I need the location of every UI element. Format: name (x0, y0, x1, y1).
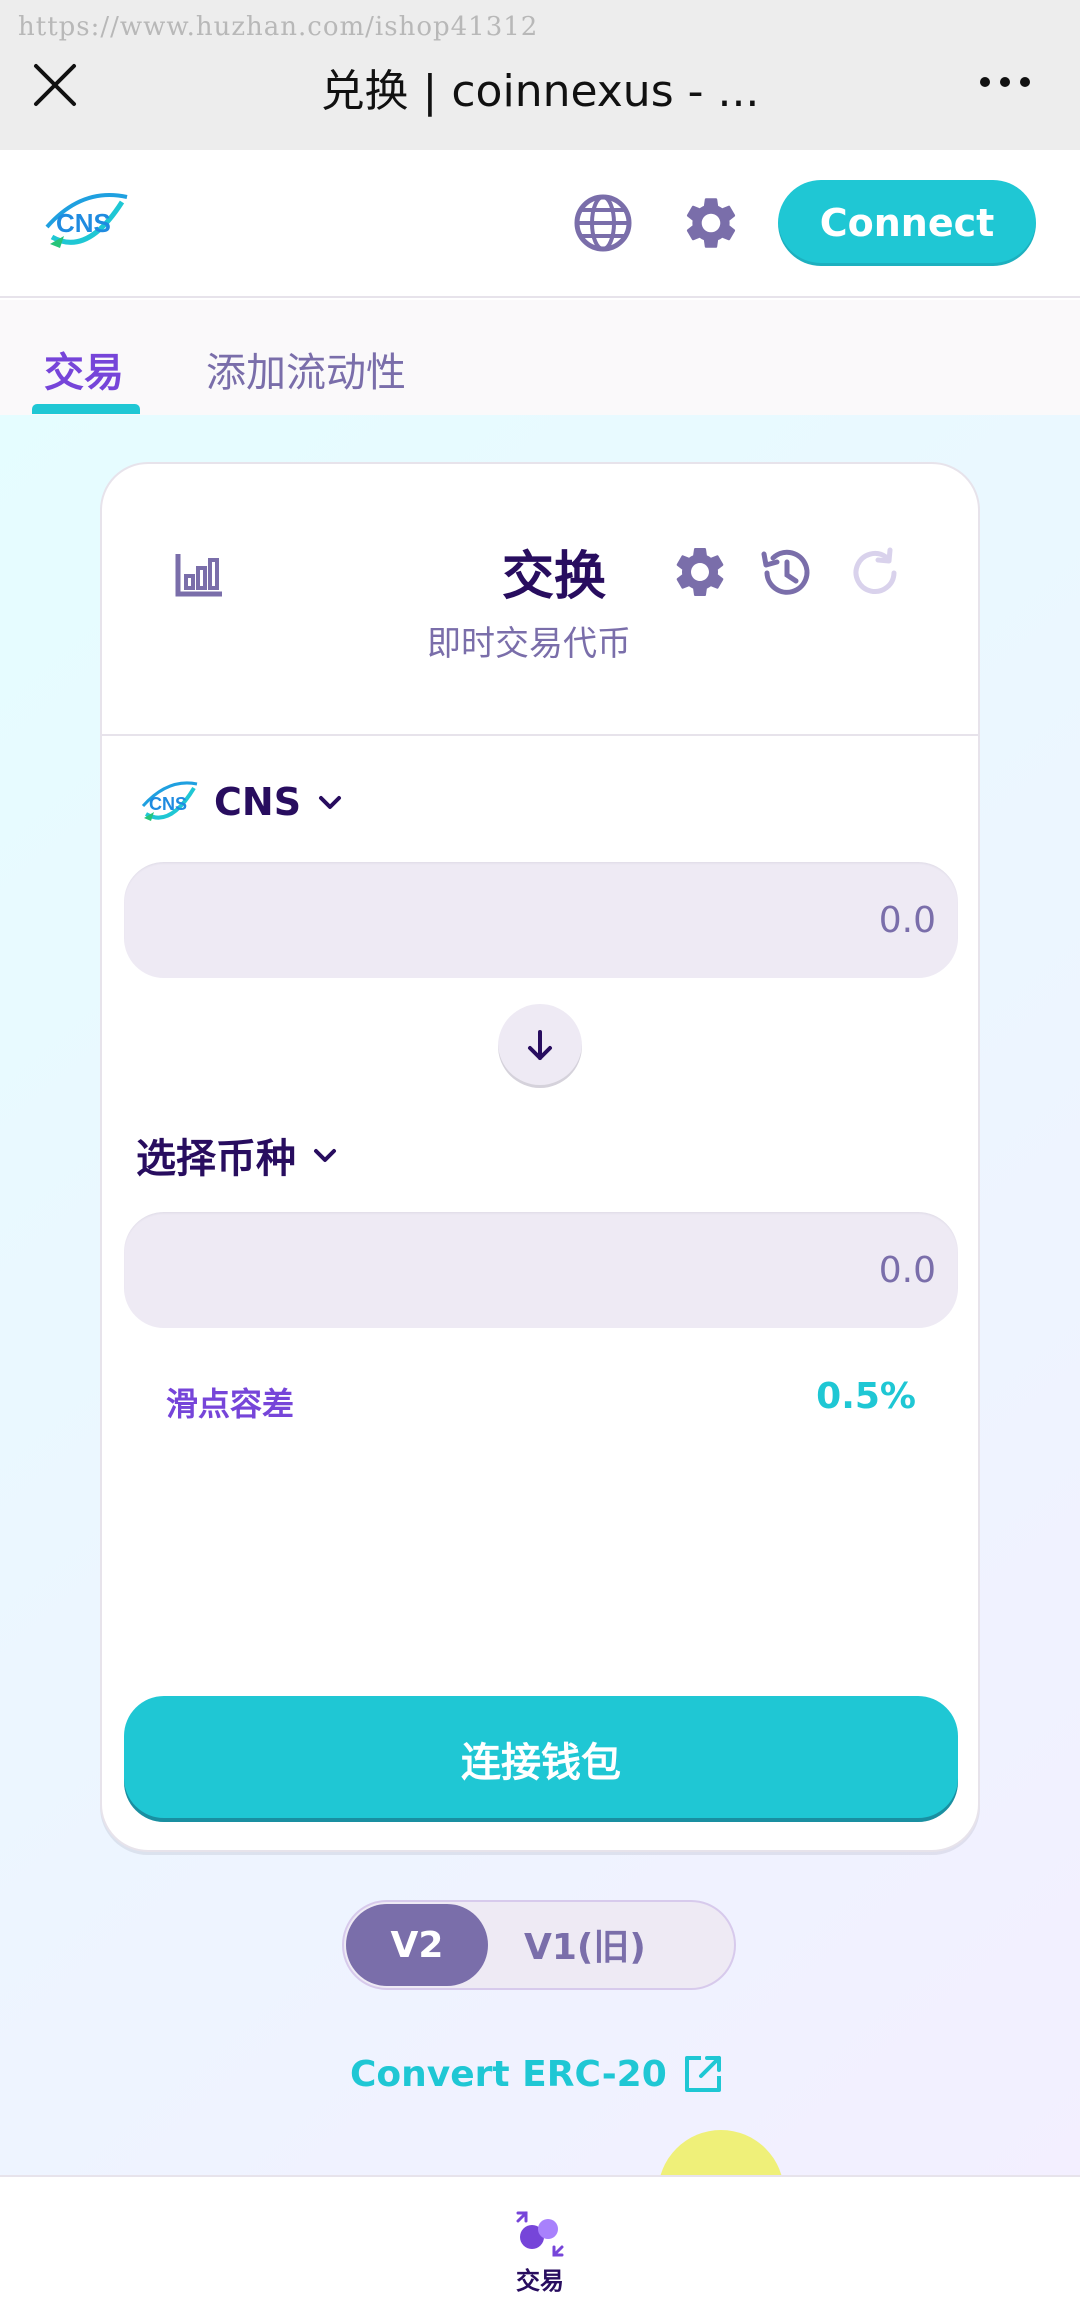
chevron-down-icon (314, 1149, 336, 1162)
external-link-icon (684, 2056, 721, 2092)
switch-direction-button[interactable] (498, 1004, 582, 1088)
swap-card: 交换 即时交易代币 CNS CNS 0.0 选择币种 0.0 滑点容差 0.5%… (100, 462, 980, 1852)
swap-subtitle: 即时交易代币 (427, 624, 631, 664)
to-token-selector[interactable]: 选择币种 (136, 1126, 340, 1184)
refresh-icon[interactable] (846, 544, 904, 602)
globe-icon[interactable] (572, 192, 634, 254)
swap-title: 交换 (502, 547, 607, 607)
trade-icon (516, 2211, 564, 2257)
history-icon[interactable] (757, 544, 815, 602)
bottom-navigation: 交易 (0, 2175, 1080, 2308)
to-amount-input[interactable]: 0.0 (124, 1212, 958, 1328)
active-tab-indicator (32, 404, 140, 414)
slippage-label: 滑点容差 (166, 1385, 295, 1423)
swap-card-header: 交换 即时交易代币 (102, 464, 978, 736)
to-amount-placeholder: 0.0 (878, 1249, 936, 1291)
select-token-label: 选择币种 (136, 1136, 296, 1182)
svg-text:CNS: CNS (149, 794, 187, 814)
convert-erc20-label: Convert ERC-20 (350, 2053, 667, 2095)
arrow-down-icon (528, 1030, 552, 1060)
app-header: CNS Connect (0, 150, 1080, 298)
from-amount-placeholder: 0.0 (878, 899, 936, 941)
from-token-symbol: CNS (214, 780, 302, 824)
tab-add-liquidity[interactable]: 添加流动性 (206, 340, 406, 398)
swap-settings-gear-icon[interactable] (670, 542, 730, 602)
bottom-nav-trade-label: 交易 (516, 2267, 564, 2295)
version-toggle: V2 V1(旧) (342, 1900, 736, 1990)
more-options-icon[interactable] (975, 62, 1035, 102)
sub-navigation: 交易 添加流动性 (0, 300, 1080, 415)
chevron-down-icon (319, 796, 342, 809)
from-token-selector[interactable]: CNS CNS (140, 774, 345, 830)
cns-token-icon: CNS (141, 781, 198, 821)
cns-logo[interactable]: CNS (42, 182, 132, 262)
convert-erc20-link[interactable]: Convert ERC-20 (350, 2052, 725, 2096)
tab-trade[interactable]: 交易 (44, 340, 124, 398)
browser-titlebar: https://www.huzhan.com/ishop41312 兑换 | c… (0, 0, 1080, 150)
window-title: 兑换 | coinnexus - ... (320, 66, 760, 117)
watermark-text: https://www.huzhan.com/ishop41312 (18, 12, 539, 42)
bottom-nav-trade[interactable]: 交易 (500, 2207, 580, 2296)
settings-gear-icon[interactable] (680, 192, 742, 254)
connect-wallet-button[interactable]: 连接钱包 (124, 1696, 958, 1822)
slippage-value[interactable]: 0.5% (816, 1376, 916, 1417)
from-amount-input[interactable]: 0.0 (124, 862, 958, 978)
connect-button[interactable]: Connect (778, 180, 1036, 266)
version-v1-button[interactable]: V1(旧) (524, 1918, 646, 1970)
chart-icon[interactable] (172, 546, 228, 602)
svg-text:CNS: CNS (56, 208, 111, 238)
close-icon[interactable] (30, 60, 80, 110)
version-v2-button[interactable]: V2 (346, 1904, 488, 1986)
